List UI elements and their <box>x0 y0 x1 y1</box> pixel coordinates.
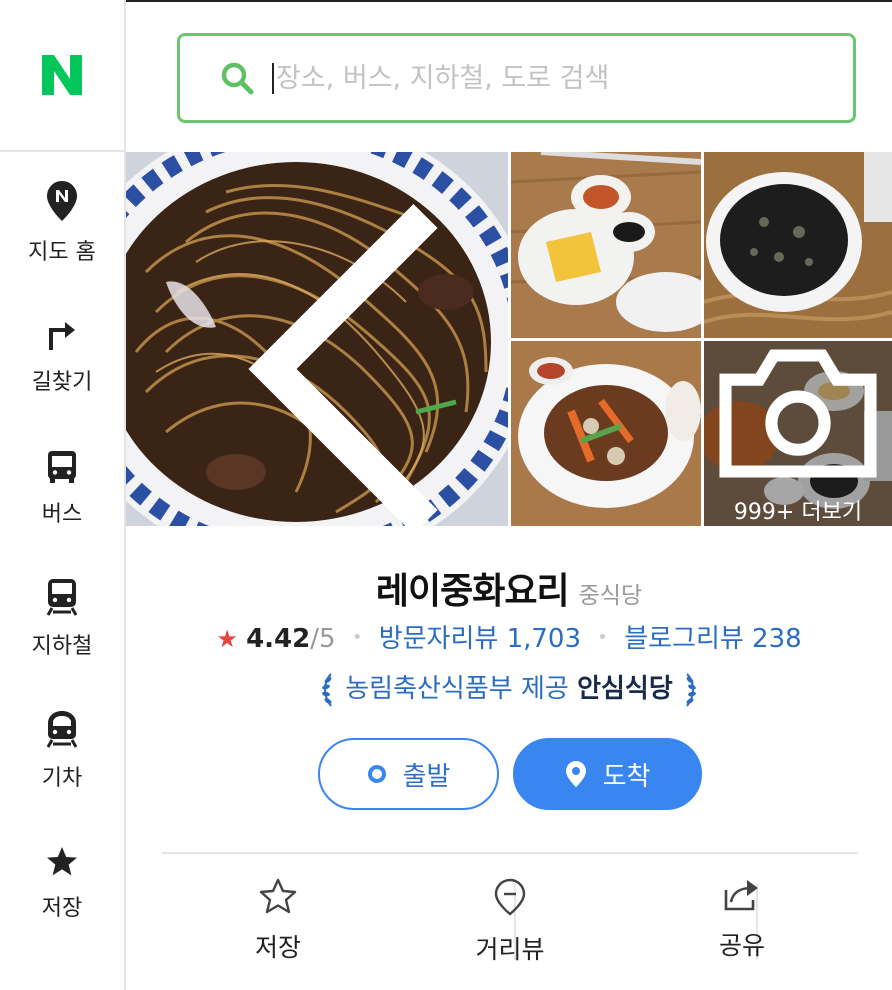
share-icon <box>724 880 758 911</box>
sidebar-item-label: 기차 <box>41 766 83 791</box>
rating-score: 4.42 <box>246 624 311 654</box>
place-category: 중식당 <box>578 583 643 609</box>
subway-icon <box>46 579 78 616</box>
sidebar-item-label: 길찾기 <box>31 370 93 395</box>
street-view-pin-icon <box>494 878 526 916</box>
start-button-label: 출발 <box>402 761 451 792</box>
visitor-reviews-link[interactable]: 방문자리뷰 1,703 <box>379 624 581 654</box>
rating-row: ★ 4.42/5 • 방문자리뷰 1,703 • 블로그리뷰 238 <box>126 618 892 655</box>
main-photo[interactable] <box>126 152 508 526</box>
photo-stir-fry <box>511 341 701 526</box>
sidebar-item-subway[interactable]: 지하철 <box>0 578 124 660</box>
photo-side-dishes <box>511 152 701 338</box>
arrive-button-label: 도착 <box>602 761 651 792</box>
map-pin-n-icon <box>47 181 77 221</box>
turn-right-arrow-icon <box>49 322 75 350</box>
sidebar-item-map-home[interactable]: 지도 홈 <box>0 180 124 266</box>
badge-label: 안심식당 <box>577 674 673 704</box>
blog-reviews-link[interactable]: 블로그리뷰 238 <box>624 624 802 654</box>
laurel-left-icon <box>322 672 332 707</box>
more-photos-overlay: 999+ 더보기 <box>704 341 892 526</box>
street-view-action-label: 거리뷰 <box>475 935 545 964</box>
top-bar <box>126 0 892 152</box>
naver-logo-icon <box>42 55 82 95</box>
camera-icon <box>719 349 877 478</box>
train-icon <box>46 711 78 748</box>
search-box[interactable] <box>177 33 856 123</box>
destination-pin-icon <box>565 760 587 788</box>
bus-icon <box>48 451 76 483</box>
search-icon[interactable] <box>220 61 254 95</box>
photo-noodle-bowl <box>704 152 892 338</box>
arrive-button[interactable]: 도착 <box>513 738 702 810</box>
start-button[interactable]: 출발 <box>318 738 499 810</box>
sidebar-item-label: 지하철 <box>31 634 93 659</box>
photo-thumbnail[interactable] <box>511 152 701 338</box>
share-action[interactable]: 공유 <box>626 856 858 966</box>
star-outline-icon <box>259 878 297 914</box>
naver-logo[interactable] <box>0 0 124 152</box>
photo-gallery: 999+ 더보기 <box>126 152 892 526</box>
save-action[interactable]: 저장 <box>162 856 394 966</box>
sidebar-item-bus[interactable]: 버스 <box>0 450 124 528</box>
place-title-row: 레이중화요리 중식당 <box>126 562 892 614</box>
photo-thumbnail[interactable] <box>511 341 701 526</box>
safe-restaurant-badge[interactable]: 농림축산식품부 제공 안심식당 <box>126 668 892 708</box>
star-icon <box>47 847 77 876</box>
sidebar-item-train[interactable]: 기차 <box>0 710 124 792</box>
sidebar: 지도 홈 길찾기 버스 지하철 기차 저장 <box>0 0 126 990</box>
place-name: 레이중화요리 <box>375 571 570 612</box>
more-photos-label: 999+ 더보기 <box>733 500 863 525</box>
save-action-label: 저장 <box>254 933 301 962</box>
separator-dot: • <box>597 627 608 648</box>
photo-thumbnail[interactable] <box>704 152 892 338</box>
street-view-action[interactable]: 거리뷰 <box>394 856 626 966</box>
badge-provider: 농림축산식품부 제공 <box>345 674 569 704</box>
action-bar: 저장 거리뷰 공유 <box>162 856 858 966</box>
share-action-label: 공유 <box>718 931 765 960</box>
chevron-left-icon[interactable] <box>158 182 508 526</box>
sidebar-item-label: 버스 <box>41 502 83 527</box>
laurel-right-icon <box>686 672 696 707</box>
sidebar-item-label: 지도 홈 <box>28 240 96 265</box>
rating-star-icon: ★ <box>216 625 238 653</box>
divider <box>162 852 858 854</box>
origin-dot-icon <box>367 764 387 784</box>
sidebar-item-label: 저장 <box>41 896 83 921</box>
separator-dot: • <box>351 627 363 648</box>
search-input[interactable] <box>272 62 832 94</box>
more-photos[interactable]: 999+ 더보기 <box>704 341 892 526</box>
sidebar-item-directions[interactable]: 길찾기 <box>0 318 124 396</box>
rating-max: /5 <box>310 624 336 654</box>
sidebar-item-saved[interactable]: 저장 <box>0 846 124 922</box>
